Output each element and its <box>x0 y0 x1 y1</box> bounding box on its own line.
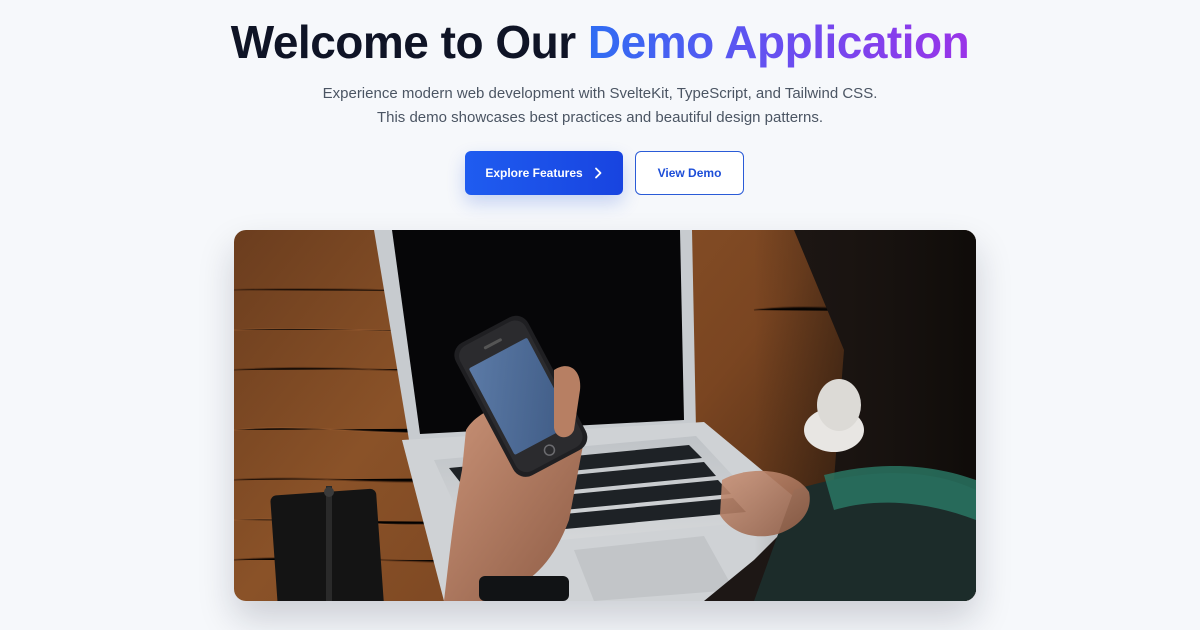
explore-features-button[interactable]: Explore Features <box>465 151 623 195</box>
explore-features-label: Explore Features <box>485 166 583 180</box>
hero-subtitle: Experience modern web development with S… <box>0 82 1200 130</box>
hero-image <box>234 230 976 601</box>
page-title: Welcome to Our Demo Application <box>0 14 1200 70</box>
hero-section: Welcome to Our Demo Application Experien… <box>0 0 1200 630</box>
subtitle-line-2: This demo showcases best practices and b… <box>376 109 824 126</box>
laptop-phone-photo <box>234 230 976 601</box>
title-accent: Demo Application <box>587 16 970 68</box>
subtitle-line-1: Experience modern web development with S… <box>322 85 878 102</box>
view-demo-button[interactable]: View Demo <box>635 151 744 195</box>
view-demo-label: View Demo <box>657 166 722 180</box>
title-prefix: Welcome to Our <box>230 16 576 68</box>
chevron-right-icon <box>594 167 602 179</box>
